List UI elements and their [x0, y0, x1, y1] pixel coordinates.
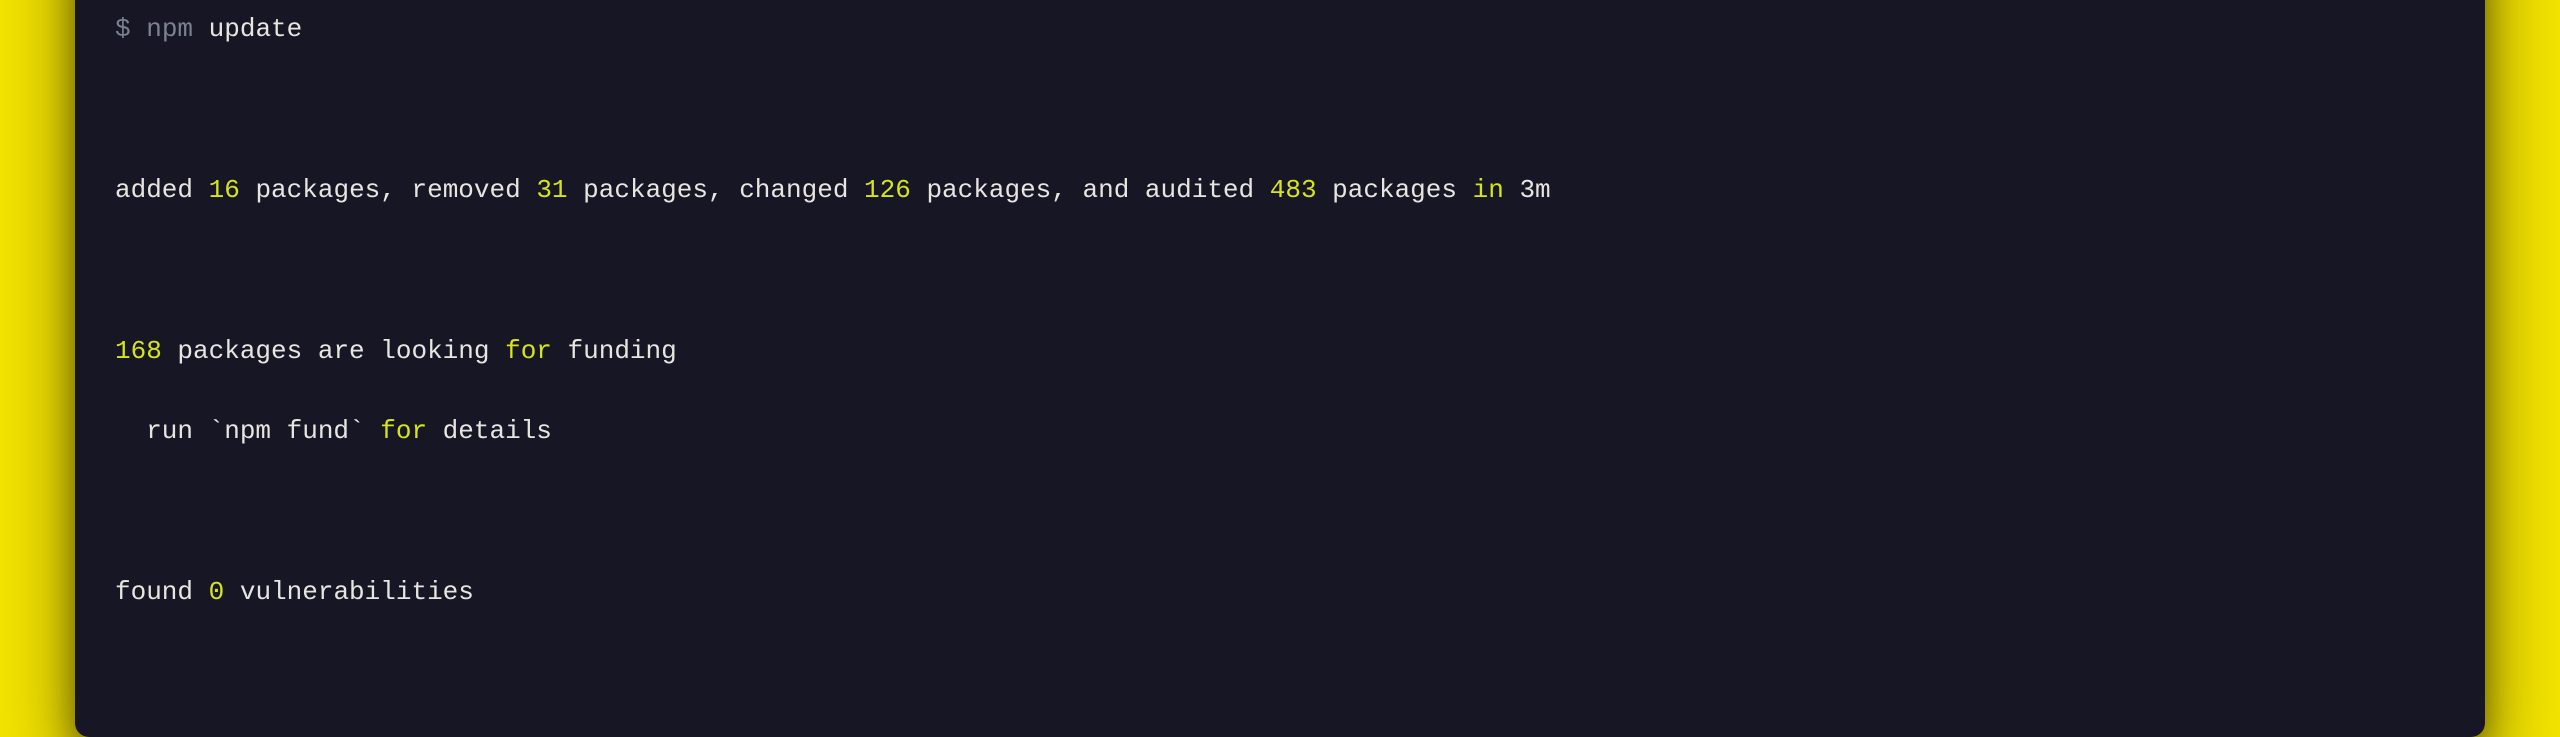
run-npm-fund: run `npm fund`: [115, 416, 365, 446]
funding-line-1: 168 packages are looking for funding: [115, 331, 2445, 371]
for-keyword: for: [380, 416, 427, 446]
terminal-body: $ npm update added 16 packages, removed …: [115, 0, 2445, 693]
added-label: added: [115, 175, 193, 205]
vulnerabilities-line: found 0 vulnerabilities: [115, 572, 2445, 612]
duration-text: 3m: [1519, 175, 1550, 205]
vuln-text: vulnerabilities: [240, 577, 474, 607]
for-keyword: for: [505, 336, 552, 366]
added-count: 16: [209, 175, 240, 205]
blank-line: [115, 90, 2445, 130]
removed-count: 31: [536, 175, 567, 205]
details-text: details: [443, 416, 552, 446]
funding-text: packages are looking: [177, 336, 489, 366]
packages-text: packages,: [255, 175, 395, 205]
changed-label: changed: [739, 175, 848, 205]
removed-label: removed: [412, 175, 521, 205]
audited-count: 483: [1270, 175, 1317, 205]
terminal-window: $ npm update added 16 packages, removed …: [75, 0, 2485, 737]
prompt-line: $ npm update: [115, 9, 2445, 49]
packages-text: packages: [1332, 175, 1457, 205]
changed-count: 126: [864, 175, 911, 205]
funding-word: funding: [568, 336, 677, 366]
vuln-count: 0: [209, 577, 225, 607]
funding-line-2: run `npm fund` for details: [115, 411, 2445, 451]
blank-line: [115, 251, 2445, 291]
in-keyword: in: [1473, 175, 1504, 205]
audited-label: audited: [1145, 175, 1254, 205]
summary-line: added 16 packages, removed 31 packages, …: [115, 170, 2445, 210]
command-name: npm: [146, 14, 193, 44]
packages-text: packages,: [583, 175, 723, 205]
and-label: and: [1083, 175, 1130, 205]
packages-text: packages,: [926, 175, 1066, 205]
prompt-symbol: $: [115, 14, 131, 44]
found-label: found: [115, 577, 193, 607]
funding-count: 168: [115, 336, 162, 366]
blank-line: [115, 492, 2445, 532]
command-arg: update: [209, 14, 303, 44]
